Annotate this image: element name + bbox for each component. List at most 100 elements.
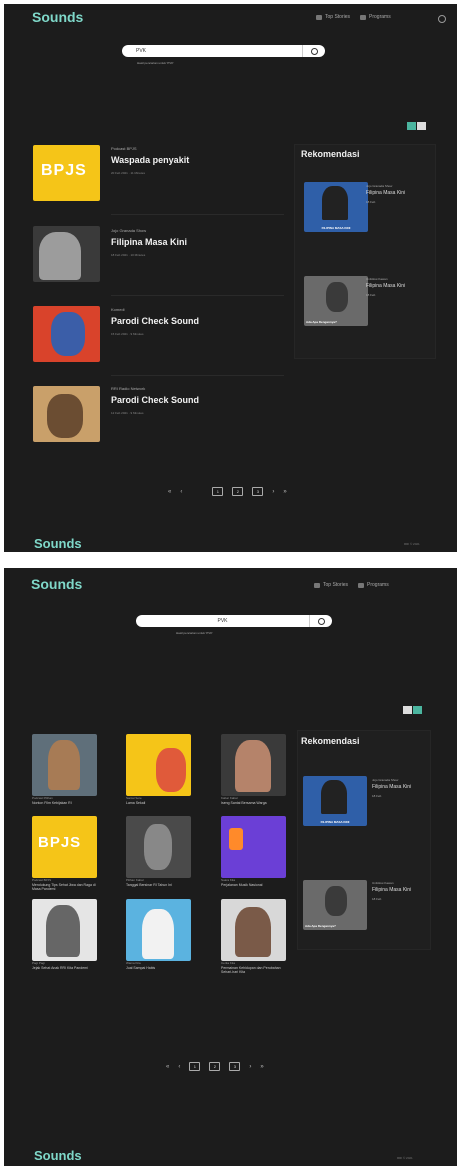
reco-title: Rekomendasi	[301, 736, 360, 746]
reco-program: Jojo Granada Show	[366, 184, 393, 188]
grid-thumb[interactable]	[221, 734, 286, 796]
first-page-button[interactable]: «	[168, 489, 171, 495]
reco-thumb-caption: FILIPINA MASA KINI	[320, 820, 350, 824]
reco-name[interactable]: Filipina Masa Kini	[366, 190, 405, 196]
next-page-button[interactable]: ›	[272, 489, 274, 495]
reco-thumb-1[interactable]: FILIPINA MASA KINI	[304, 182, 368, 232]
page-1[interactable]: 1	[189, 1062, 201, 1071]
footer-logo[interactable]: Sounds	[34, 1148, 82, 1163]
nav-top-stories[interactable]: Top Stories	[316, 14, 350, 20]
grid-thumb[interactable]	[32, 734, 97, 796]
footer-copyright: RRI © 2021	[404, 542, 420, 546]
result-title[interactable]: Parodi Check Sound	[111, 316, 199, 326]
reco-thumb-2[interactable]: Ada Apa Dengannya?	[304, 276, 368, 326]
programs-icon	[358, 582, 365, 588]
recommendation-panel	[294, 144, 436, 359]
search-input[interactable]: PVK	[122, 48, 302, 54]
reco-thumb-caption: FILIPINA MASA KINI	[321, 226, 351, 230]
nav-programs[interactable]: Programs	[360, 14, 391, 20]
person-photo	[322, 186, 348, 220]
search-button[interactable]	[302, 45, 325, 57]
grid-caption[interactable]: Pilihan Kabar Tanggal Bersinar RI Tahun I…	[126, 878, 191, 887]
thumb-parodi-2[interactable]	[33, 386, 100, 442]
grid-view-icon[interactable]	[417, 122, 426, 130]
reco-name[interactable]: Filipina Masa Kini	[372, 887, 411, 893]
search-bar[interactable]: PVK	[136, 615, 332, 627]
programs-icon	[360, 14, 367, 20]
grid-thumb[interactable]	[126, 734, 191, 796]
grid-caption[interactable]: Warna Kita Jual Sampai Habis	[126, 961, 191, 970]
thumb-filipina[interactable]	[33, 226, 100, 282]
reco-thumb-1[interactable]: FILIPINA MASA KINI	[303, 776, 367, 826]
last-page-button[interactable]: »	[260, 1064, 263, 1070]
grid-thumb[interactable]	[126, 899, 191, 961]
stories-icon	[316, 14, 322, 20]
thumb-parodi[interactable]	[33, 306, 100, 362]
reco-name[interactable]: Filipina Masa Kini	[366, 283, 405, 289]
footer-logo[interactable]: Sounds	[34, 536, 82, 551]
grid-caption[interactable]: Santai Sore Lama Sekali	[126, 796, 191, 805]
app-logo[interactable]: Sounds	[32, 9, 83, 25]
reco-program: Jojo Granada Show	[372, 778, 399, 782]
search-icon[interactable]	[438, 15, 446, 23]
grid-thumb[interactable]	[32, 899, 97, 961]
grid-thumb[interactable]	[126, 816, 191, 878]
grid-view-screen: Sounds Top Stories Programs PVK Hasil pe…	[4, 568, 457, 1166]
result-title[interactable]: Waspada penyakit	[111, 155, 189, 165]
pagination: « ‹ 1 2 3 › »	[166, 1062, 264, 1071]
reco-meta: 18 Feb	[366, 200, 376, 204]
app-logo[interactable]: Sounds	[31, 576, 82, 592]
grid-thumb[interactable]: BPJS	[32, 816, 97, 878]
grid-caption[interactable]: Suara Kita Perjalanan Musik Nasional	[221, 878, 286, 887]
grid-view-icon[interactable]	[413, 706, 422, 714]
list-view-icon[interactable]	[403, 706, 412, 714]
search-input[interactable]: PVK	[136, 618, 309, 624]
reco-thumb-2[interactable]: Ada Apa Dengannya?	[303, 880, 367, 930]
page-1[interactable]: 1	[212, 487, 224, 496]
page-2[interactable]: 2	[232, 487, 244, 496]
reco-meta: 18 Feb	[366, 293, 376, 297]
next-page-button[interactable]: ›	[249, 1064, 251, 1070]
page-3[interactable]: 3	[252, 487, 264, 496]
grid-thumb[interactable]	[221, 899, 286, 961]
prev-page-button[interactable]: ‹	[178, 1064, 180, 1070]
reco-thumb-caption: Ada Apa Dengannya?	[305, 924, 336, 928]
result-meta: 12 Feb 2021 · 9 Minutes	[111, 411, 144, 415]
list-view-icon[interactable]	[407, 122, 416, 130]
page-2[interactable]: 2	[209, 1062, 221, 1071]
result-program: RRI Radio Network	[111, 386, 146, 391]
nav-top-stories[interactable]: Top Stories	[314, 582, 348, 588]
thumb-bpjs[interactable]: BPJS	[33, 145, 100, 201]
last-page-button[interactable]: »	[283, 489, 286, 495]
person-photo	[321, 780, 347, 814]
result-title[interactable]: Parodi Check Sound	[111, 395, 199, 405]
person-photo	[235, 740, 271, 792]
grid-caption[interactable]: Pagi Pagi Jejak Sehat Anak RRI Kita Pande…	[32, 961, 97, 970]
person-photo	[48, 740, 80, 790]
pagination: « ‹ 1 2 3 › »	[168, 487, 287, 496]
person-photo	[47, 394, 83, 438]
person-photo	[144, 824, 172, 870]
result-title[interactable]: Filipina Masa Kini	[111, 237, 187, 247]
page-3[interactable]: 3	[229, 1062, 241, 1071]
grid-caption[interactable]: Kabar Kabar Iseng Santai Bersama Warga	[221, 796, 286, 805]
first-page-button[interactable]: «	[166, 1064, 169, 1070]
magnifier-icon	[310, 47, 318, 55]
search-bar[interactable]: PVK	[122, 45, 325, 57]
view-toggle	[407, 122, 426, 130]
list-view-screen: Sounds Top Stories Programs PVK Hasil pe…	[4, 4, 457, 552]
reco-name[interactable]: Filipina Masa Kini	[372, 784, 411, 790]
prev-page-button[interactable]: ‹	[180, 489, 182, 495]
person-photo	[39, 232, 81, 280]
magnifier-icon	[317, 617, 325, 625]
search-button[interactable]	[309, 615, 332, 627]
divider	[111, 375, 284, 376]
reco-meta: 18 Feb	[372, 897, 382, 901]
reco-title: Rekomendasi	[301, 149, 360, 159]
nav-programs[interactable]: Programs	[358, 582, 389, 588]
grid-thumb[interactable]	[221, 816, 286, 878]
result-program: Komedi	[111, 307, 125, 312]
grid-caption[interactable]: Cerita Kita Permainan Kehidupan dan Perub…	[221, 961, 286, 975]
grid-caption[interactable]: Podcast BPJS Mendukung Tips Sehat Jiwa da…	[32, 878, 97, 892]
grid-caption[interactable]: Podcast Pilihan Nonton Film Kebijakan RI	[32, 796, 97, 805]
